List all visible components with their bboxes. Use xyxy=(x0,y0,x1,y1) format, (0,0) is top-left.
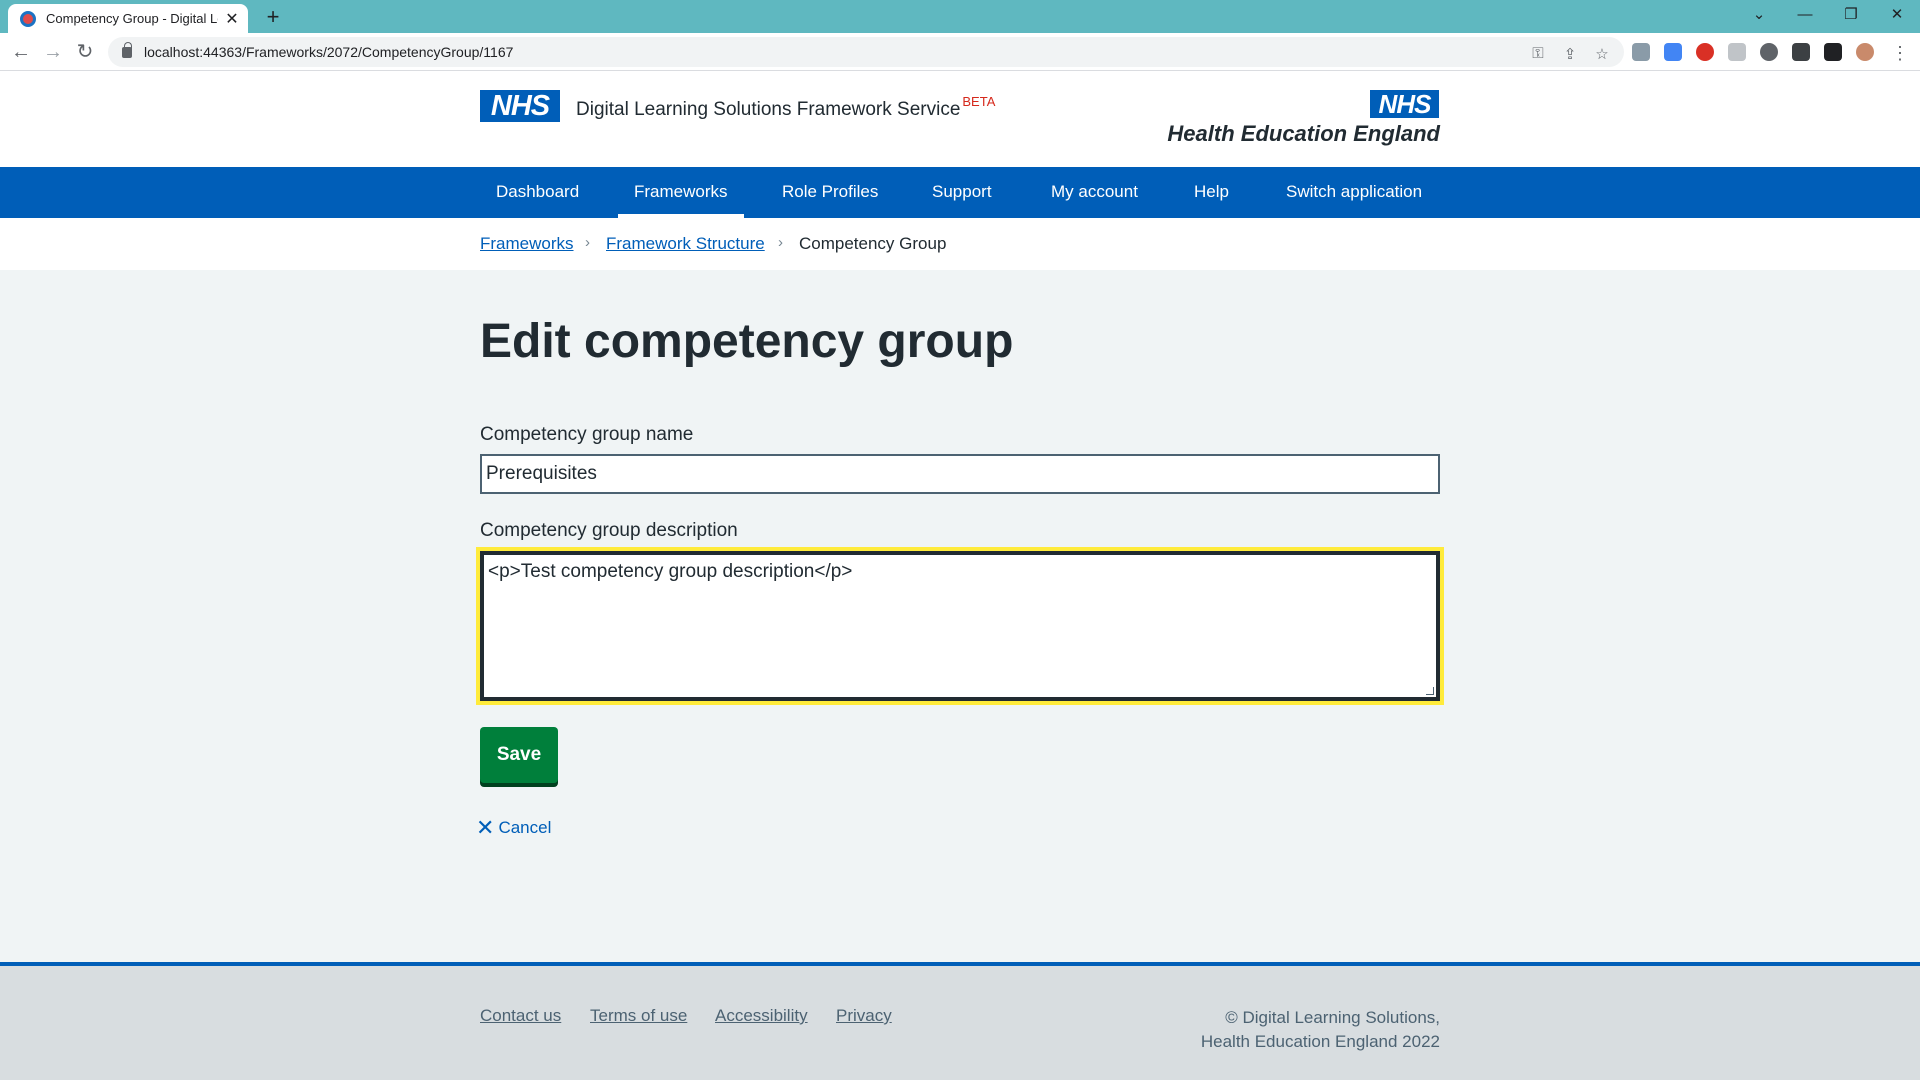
nav-role-profiles[interactable]: Role Profiles xyxy=(766,167,894,218)
footer-terms-of-use[interactable]: Terms of use xyxy=(590,1006,687,1026)
password-key-icon[interactable]: ⚿ xyxy=(1528,45,1548,62)
copyright: © Digital Learning Solutions, Health Edu… xyxy=(1201,1006,1440,1054)
profile-icon[interactable] xyxy=(1856,43,1874,61)
bookmark-star-icon[interactable]: ☆ xyxy=(1592,45,1612,63)
cancel-label: Cancel xyxy=(498,818,552,837)
breadcrumb-current: Competency Group xyxy=(799,234,947,253)
primary-nav: Dashboard Frameworks Role Profiles Suppo… xyxy=(0,167,1920,218)
sidepanel-icon[interactable] xyxy=(1824,43,1842,61)
address-bar[interactable]: localhost:44363/Frameworks/2072/Competen… xyxy=(108,37,1624,67)
footer-contact-us[interactable]: Contact us xyxy=(480,1006,561,1026)
site-header: NHS Digital Learning Solutions Framework… xyxy=(0,71,1920,167)
nav-support[interactable]: Support xyxy=(916,167,1008,218)
forward-icon[interactable]: → xyxy=(38,37,68,67)
cancel-link[interactable]: ✕ Cancel xyxy=(476,815,552,840)
resize-handle-icon[interactable] xyxy=(1426,687,1434,695)
cast-icon[interactable] xyxy=(1728,43,1746,61)
chevron-right-icon: › xyxy=(585,234,590,251)
beta-tag: BETA xyxy=(962,94,996,109)
extension-red-icon[interactable] xyxy=(1696,43,1714,61)
description-field[interactable] xyxy=(480,551,1440,701)
lock-icon[interactable] xyxy=(122,41,132,58)
favicon-icon xyxy=(20,10,36,27)
new-tab-icon[interactable]: + xyxy=(260,4,286,30)
service-name-text: Digital Learning Solutions Framework Ser… xyxy=(576,99,961,120)
footer-privacy[interactable]: Privacy xyxy=(836,1006,892,1026)
nav-frameworks[interactable]: Frameworks xyxy=(618,167,744,218)
page-title: Edit competency group xyxy=(480,315,1014,368)
footer-accessibility[interactable]: Accessibility xyxy=(715,1006,808,1026)
browser-tab[interactable]: Competency Group - Digital Lear ✕ xyxy=(8,4,248,33)
menu-icon[interactable]: ⋮ xyxy=(1885,38,1915,68)
close-icon: ✕ xyxy=(476,815,495,840)
wordpress-icon[interactable] xyxy=(1760,43,1778,61)
window-close-icon[interactable]: ✕ xyxy=(1874,0,1920,33)
org-name: Health Education England xyxy=(1167,121,1440,146)
close-tab-icon[interactable]: ✕ xyxy=(224,9,240,29)
save-button[interactable]: Save xyxy=(480,727,558,783)
browser-tabbar: Competency Group - Digital Lear ✕ + ⌄ — … xyxy=(0,0,1920,33)
share-icon[interactable]: ⇪ xyxy=(1560,45,1580,63)
description-label: Competency group description xyxy=(480,520,738,541)
reload-icon[interactable]: ↻ xyxy=(70,37,100,67)
minimize-icon[interactable]: — xyxy=(1782,0,1828,33)
back-icon[interactable]: ← xyxy=(6,37,36,67)
copyright-line-2: Health Education England 2022 xyxy=(1200,1032,1440,1051)
extension-icon[interactable] xyxy=(1632,43,1650,61)
breadcrumb-frameworks[interactable]: Frameworks xyxy=(480,234,574,254)
nhs-logo[interactable]: NHS xyxy=(480,90,560,122)
service-name[interactable]: Digital Learning Solutions Framework Ser… xyxy=(576,94,995,121)
breadcrumb-framework-structure[interactable]: Framework Structure xyxy=(606,234,765,254)
name-field[interactable] xyxy=(480,454,1440,494)
translate-icon[interactable] xyxy=(1664,43,1682,61)
restore-icon[interactable]: ❐ xyxy=(1828,0,1874,33)
nav-dashboard[interactable]: Dashboard xyxy=(480,167,595,218)
nav-help[interactable]: Help xyxy=(1178,167,1245,218)
nav-switch-application[interactable]: Switch application xyxy=(1270,167,1438,218)
hee-nhs-logo: NHS xyxy=(1370,90,1439,118)
url-text: localhost:44363/Frameworks/2072/Competen… xyxy=(144,44,514,60)
name-label: Competency group name xyxy=(480,424,694,445)
description-focus-ring xyxy=(476,547,1444,705)
extensions-icon[interactable] xyxy=(1792,43,1810,61)
copyright-line-1: © Digital Learning Solutions, xyxy=(1225,1008,1440,1027)
nav-my-account[interactable]: My account xyxy=(1035,167,1154,218)
chevron-right-icon: › xyxy=(778,234,783,251)
site-footer: Contact us Terms of use Accessibility Pr… xyxy=(0,962,1920,1080)
breadcrumb: Frameworks › Framework Structure › Compe… xyxy=(0,218,1920,270)
tab-search-icon[interactable]: ⌄ xyxy=(1736,0,1782,33)
tab-title: Competency Group - Digital Lear xyxy=(46,11,218,26)
